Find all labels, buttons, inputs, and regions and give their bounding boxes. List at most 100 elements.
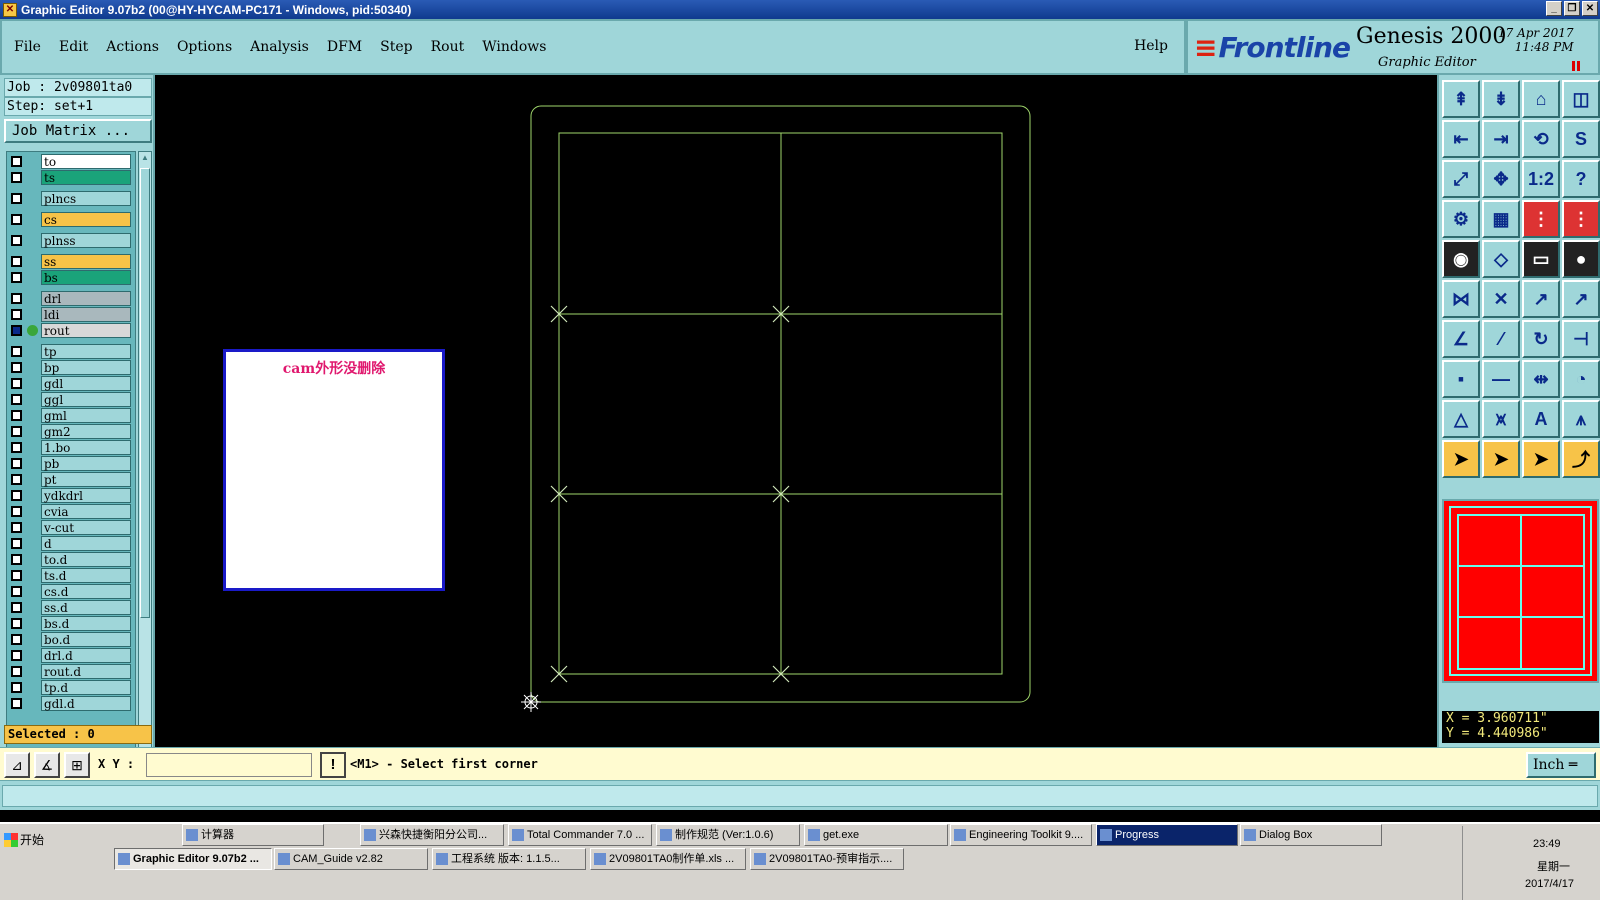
taskbar-button[interactable]: Progress xyxy=(1096,824,1238,846)
layer-name[interactable]: bp xyxy=(41,360,131,375)
layer-row[interactable]: ss xyxy=(7,254,135,269)
tool-button-icon[interactable]: ⋮ xyxy=(1562,200,1600,238)
layer-row[interactable]: ss.d xyxy=(7,600,135,615)
layer-name[interactable]: bs xyxy=(41,270,131,285)
layer-name[interactable]: gdl xyxy=(41,376,131,391)
tool-button-icon[interactable]: △ xyxy=(1442,400,1480,438)
tool-button-icon[interactable]: ⌂ xyxy=(1522,80,1560,118)
layer-row[interactable]: to.d xyxy=(7,552,135,567)
layer-name[interactable]: rout.d xyxy=(41,664,131,679)
tool-button-icon[interactable]: ◉ xyxy=(1442,240,1480,278)
layer-row[interactable]: tp.d xyxy=(7,680,135,695)
layer-row[interactable]: gm2 xyxy=(7,424,135,439)
layer-name[interactable]: ss xyxy=(41,254,131,269)
tool-button-icon[interactable]: A xyxy=(1522,400,1560,438)
layer-name[interactable]: gm2 xyxy=(41,424,131,439)
tool-button-icon[interactable]: ⇥ xyxy=(1482,120,1520,158)
layer-checkbox[interactable] xyxy=(11,256,22,267)
taskbar-button[interactable]: 兴森快捷衡阳分公司... xyxy=(360,824,504,846)
layer-checkbox[interactable] xyxy=(11,634,22,645)
tool-button-icon[interactable]: ↗ xyxy=(1562,280,1600,318)
minimize-button[interactable]: _ xyxy=(1546,1,1562,16)
layer-checkbox[interactable] xyxy=(11,272,22,283)
layer-row[interactable]: ts.d xyxy=(7,568,135,583)
alert-button[interactable]: ! xyxy=(320,752,346,778)
tool-button-icon[interactable]: ◔ xyxy=(1562,360,1600,398)
tool-button-icon[interactable]: ⟲ xyxy=(1522,120,1560,158)
layer-checkbox[interactable] xyxy=(11,586,22,597)
layer-name[interactable]: rout xyxy=(41,323,131,338)
layer-scrollbar[interactable]: ▲ ▼ xyxy=(138,151,152,793)
menu-help[interactable]: Help xyxy=(1134,38,1168,54)
layer-name[interactable]: to xyxy=(41,154,131,169)
layer-name[interactable]: cs.d xyxy=(41,584,131,599)
layer-row[interactable]: cs.d xyxy=(7,584,135,599)
layer-row[interactable]: d xyxy=(7,536,135,551)
tool-button-icon[interactable]: ▦ xyxy=(1482,200,1520,238)
xy-input[interactable] xyxy=(146,753,312,777)
menu-file[interactable]: File xyxy=(14,39,41,55)
taskbar-button[interactable]: Dialog Box xyxy=(1240,824,1382,846)
layer-row[interactable]: 1.bo xyxy=(7,440,135,455)
layer-checkbox[interactable] xyxy=(11,346,22,357)
layer-checkbox[interactable] xyxy=(11,602,22,613)
layer-checkbox[interactable] xyxy=(11,618,22,629)
menu-dfm[interactable]: DFM xyxy=(327,39,362,55)
layer-checkbox[interactable] xyxy=(11,394,22,405)
layer-name[interactable]: ss.d xyxy=(41,600,131,615)
taskbar-button[interactable]: Graphic Editor 9.07b2 ... xyxy=(114,848,272,870)
layer-row[interactable]: drl.d xyxy=(7,648,135,663)
taskbar-button[interactable]: 工程系统 版本: 1.1.5... xyxy=(432,848,586,870)
tool-button-icon[interactable]: ⋮ xyxy=(1522,200,1560,238)
taskbar-button[interactable]: Engineering Toolkit 9.... xyxy=(950,824,1092,846)
layer-checkbox[interactable] xyxy=(11,426,22,437)
layer-name[interactable]: plncs xyxy=(41,191,131,206)
tool-button-icon[interactable]: ↗ xyxy=(1522,280,1560,318)
layer-row[interactable]: gdl xyxy=(7,376,135,391)
tool-button-icon[interactable]: ▭ xyxy=(1522,240,1560,278)
grid-icon[interactable]: ⊞ xyxy=(64,752,90,778)
note-box[interactable]: cam外形没删除 xyxy=(223,349,445,591)
layer-checkbox[interactable] xyxy=(11,410,22,421)
menu-rout[interactable]: Rout xyxy=(431,39,465,55)
layer-checkbox[interactable] xyxy=(11,506,22,517)
tool-button-icon[interactable]: ↻ xyxy=(1522,320,1560,358)
layer-name[interactable]: pb xyxy=(41,456,131,471)
layer-row[interactable]: bs.d xyxy=(7,616,135,631)
tool-button-icon[interactable]: ➤ xyxy=(1442,440,1480,478)
layer-row[interactable]: bo.d xyxy=(7,632,135,647)
layer-checkbox[interactable] xyxy=(11,538,22,549)
overview-map[interactable] xyxy=(1442,499,1599,683)
tool-button-icon[interactable]: ⚙ xyxy=(1442,200,1480,238)
tool-button-icon[interactable]: ⤴ xyxy=(1562,440,1600,478)
maximize-button[interactable]: ❐ xyxy=(1564,1,1580,16)
layer-checkbox[interactable] xyxy=(11,682,22,693)
layer-row[interactable]: v-cut xyxy=(7,520,135,535)
job-matrix-button[interactable]: Job Matrix ... xyxy=(4,119,152,143)
layer-row[interactable]: tp xyxy=(7,344,135,359)
tool-button-icon[interactable]: ⇤ xyxy=(1442,120,1480,158)
tool-button-icon[interactable]: ⤢ xyxy=(1442,160,1480,198)
layer-name[interactable]: to.d xyxy=(41,552,131,567)
layer-name[interactable]: d xyxy=(41,536,131,551)
taskbar-button[interactable]: 2V09801TA0制作单.xls ... xyxy=(590,848,746,870)
close-button[interactable]: ✕ xyxy=(1582,1,1598,16)
layer-checkbox[interactable] xyxy=(11,193,22,204)
layer-name[interactable]: v-cut xyxy=(41,520,131,535)
layer-row[interactable]: ts xyxy=(7,170,135,185)
tool-button-icon[interactable]: ⋈ xyxy=(1442,280,1480,318)
layer-row[interactable]: gml xyxy=(7,408,135,423)
layer-name[interactable]: ldi xyxy=(41,307,131,322)
layer-checkbox[interactable] xyxy=(11,293,22,304)
layer-checkbox[interactable] xyxy=(11,698,22,709)
layer-name[interactable]: gml xyxy=(41,408,131,423)
layer-checkbox[interactable] xyxy=(11,490,22,501)
tool-button-icon[interactable]: ◫ xyxy=(1562,80,1600,118)
layer-name[interactable]: 1.bo xyxy=(41,440,131,455)
taskbar-button[interactable]: CAM_Guide v2.82 xyxy=(274,848,428,870)
menu-edit[interactable]: Edit xyxy=(59,39,88,55)
tool-button-icon[interactable]: 1:2 xyxy=(1522,160,1560,198)
snap-icon[interactable]: ⊿ xyxy=(4,752,30,778)
tool-button-icon[interactable]: ➤ xyxy=(1522,440,1560,478)
layer-row[interactable]: gdl.d xyxy=(7,696,135,711)
